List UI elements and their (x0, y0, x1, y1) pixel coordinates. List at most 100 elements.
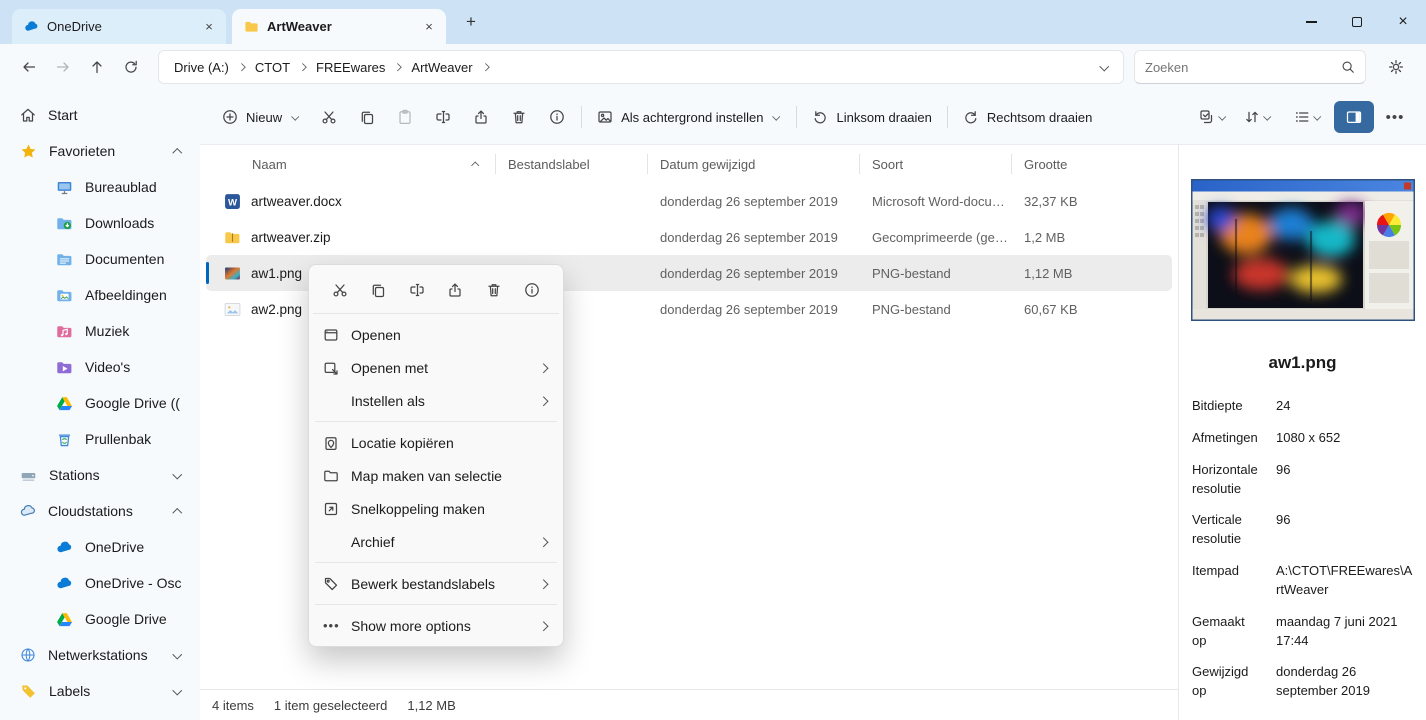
tab-onedrive[interactable]: OneDrive × (12, 9, 226, 44)
search-input[interactable] (1145, 59, 1341, 75)
forward-icon (56, 62, 69, 72)
breadcrumb-freewares[interactable]: FREEwares (309, 56, 392, 79)
table-row-zip[interactable]: artweaver.zip donderdag 26 september 201… (206, 219, 1172, 255)
details-pane-toggle[interactable] (1334, 101, 1374, 133)
sidebar-item-prullenbak[interactable]: Prullenbak (4, 421, 196, 457)
menu-item-snelkoppeling[interactable]: Snelkoppeling maken (313, 492, 559, 525)
sidebar-item-google-drive[interactable]: Google Drive (4, 601, 196, 637)
sidebar-item-label: Google Drive (85, 611, 167, 627)
cut-button[interactable] (327, 277, 353, 303)
expand-icon[interactable] (172, 650, 182, 660)
menu-item-archief[interactable]: Archief (313, 525, 559, 558)
rename-button[interactable] (404, 277, 430, 303)
share-button[interactable] (442, 277, 468, 303)
address-bar[interactable]: Drive (A:) CTOT FREEwares ArtWeaver (158, 50, 1124, 84)
sidebar-item-muziek[interactable]: Muziek (4, 313, 196, 349)
sidebar-item-onedrive-osc[interactable]: OneDrive - Osc (4, 565, 196, 601)
sidebar-item-stations[interactable]: Stations (4, 457, 196, 493)
sidebar-item-afbeeldingen[interactable]: Afbeeldingen (4, 277, 196, 313)
sidebar-item-cloudstations[interactable]: Cloudstations (4, 493, 196, 529)
svg-text:W: W (228, 197, 237, 208)
menu-item-openen[interactable]: Openen (313, 318, 559, 351)
delete-button[interactable] (481, 277, 507, 303)
sidebar-item-downloads[interactable]: Downloads (4, 205, 196, 241)
ellipsis-icon: ••• (323, 618, 340, 633)
sidebar-item-netwerkstations[interactable]: Netwerkstations (4, 637, 196, 673)
delete-button[interactable] (500, 99, 538, 135)
sidebar-item-favorieten[interactable]: Favorieten (4, 133, 196, 169)
menu-divider (315, 562, 557, 563)
cut-button[interactable] (310, 99, 348, 135)
menu-item-show-more-options[interactable]: ••• Show more options (313, 609, 559, 642)
sidebar-item-labels[interactable]: Labels (4, 673, 196, 709)
submenu-icon (539, 363, 549, 373)
sidebar-item-start[interactable]: Start (4, 97, 196, 133)
column-header-datum[interactable]: Datum gewijzigd (648, 152, 860, 176)
column-header-naam[interactable]: Naam (206, 152, 496, 176)
breadcrumb-ctot[interactable]: CTOT (248, 56, 297, 79)
details-pane: aw1.png Bitdiepte 24 Afmetingen 1080 x 6… (1178, 145, 1426, 720)
sidebar-item-onedrive[interactable]: OneDrive (4, 529, 196, 565)
sidebar: Start Favorieten Bureaublad Downloads Do… (0, 90, 200, 720)
rotate-left-button[interactable]: Linksom draaien (802, 99, 941, 135)
menu-item-openen-met[interactable]: Openen met (313, 351, 559, 384)
minimize-button[interactable] (1288, 0, 1334, 44)
share-button[interactable] (462, 99, 500, 135)
drive-icon (21, 472, 36, 481)
tab-artweaver[interactable]: ArtWeaver × (232, 9, 446, 44)
breadcrumb-separator-icon (481, 63, 489, 71)
menu-item-instellen-als[interactable]: Instellen als (313, 384, 559, 417)
menu-item-map-maken[interactable]: Map maken van selectie (313, 459, 559, 492)
menu-divider (315, 421, 557, 422)
file-name: artweaver.zip (251, 229, 331, 245)
set-background-button[interactable]: Als achtergrond instellen (587, 99, 791, 135)
properties-button[interactable] (519, 277, 545, 303)
new-tab-button[interactable]: + (456, 7, 486, 37)
paste-button[interactable] (386, 99, 424, 135)
new-button[interactable]: Nieuw (212, 99, 310, 135)
tab-close-icon[interactable]: × (420, 18, 438, 36)
rotate-right-button[interactable]: Rechtsom draaien (953, 99, 1103, 135)
forward-button[interactable] (46, 50, 80, 84)
collapse-icon[interactable] (172, 506, 182, 516)
column-header-bestandslabel[interactable]: Bestandslabel (496, 152, 648, 176)
tab-close-icon[interactable]: × (200, 18, 218, 36)
file-name: aw1.png (251, 265, 303, 281)
folder-icon (245, 21, 258, 32)
expand-icon[interactable] (172, 686, 182, 696)
back-button[interactable] (12, 50, 46, 84)
properties-button[interactable] (538, 99, 576, 135)
breadcrumb-artweaver[interactable]: ArtWeaver (404, 56, 479, 79)
copy-button[interactable] (348, 99, 386, 135)
table-row-docx[interactable]: W artweaver.docx donderdag 26 september … (206, 183, 1172, 219)
column-header-soort[interactable]: Soort (860, 152, 1012, 176)
view-button[interactable] (1284, 99, 1332, 135)
more-options-button[interactable]: ••• (1376, 99, 1414, 135)
select-button[interactable] (1194, 99, 1232, 135)
tab-label: OneDrive (47, 19, 102, 34)
sidebar-item-videos[interactable]: Video's (4, 349, 196, 385)
network-icon (21, 648, 35, 662)
sidebar-item-bureaublad[interactable]: Bureaublad (4, 169, 196, 205)
explorer-window: OneDrive × ArtWeaver × + × Drive (A:) CT… (0, 0, 1426, 720)
maximize-button[interactable] (1334, 0, 1380, 44)
settings-button[interactable] (1378, 50, 1414, 84)
copy-button[interactable] (365, 277, 391, 303)
address-dropdown-icon[interactable] (1099, 62, 1109, 72)
sidebar-item-documenten[interactable]: Documenten (4, 241, 196, 277)
expand-icon[interactable] (172, 470, 182, 480)
close-button[interactable]: × (1380, 0, 1426, 44)
column-header-grootte[interactable]: Grootte (1012, 152, 1172, 176)
collapse-icon[interactable] (172, 146, 182, 156)
menu-item-locatie-kopieren[interactable]: Locatie kopiëren (313, 426, 559, 459)
sidebar-item-google-drive-fav[interactable]: Google Drive (( (4, 385, 196, 421)
sort-button[interactable] (1234, 99, 1282, 135)
rename-button[interactable] (424, 99, 462, 135)
up-button[interactable] (80, 50, 114, 84)
chevron-down-icon (1218, 113, 1226, 121)
breadcrumb-drive[interactable]: Drive (A:) (167, 56, 236, 79)
menu-item-bewerk-bestandslabels[interactable]: Bewerk bestandslabels (313, 567, 559, 600)
refresh-button[interactable] (114, 50, 148, 84)
videos-folder-icon (57, 361, 72, 373)
rename-icon (410, 283, 424, 297)
